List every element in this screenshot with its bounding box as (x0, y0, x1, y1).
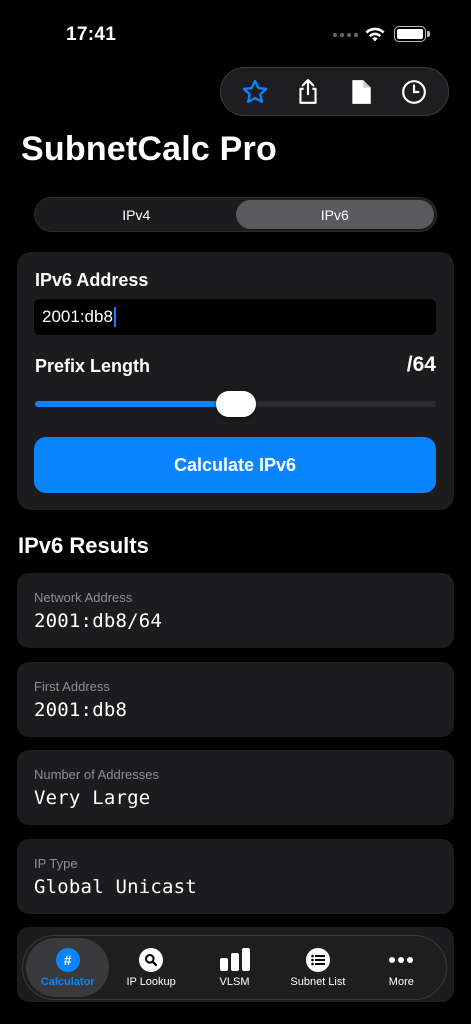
tab-more[interactable]: More (360, 938, 443, 997)
result-card-number-of-addresses: Number of Addresses Very Large (17, 750, 454, 825)
result-label: Number of Addresses (34, 767, 160, 782)
ip-version-segmented-control: IPv4 IPv6 (34, 197, 437, 232)
result-value: 2001:db8 (34, 699, 128, 721)
clock-icon (401, 79, 426, 104)
status-bar: 17:41 (0, 0, 471, 60)
bar-chart-icon (219, 948, 250, 971)
share-icon (299, 78, 317, 104)
ipv6-address-input[interactable]: 2001:db8 (34, 299, 436, 335)
calculate-ipv6-button[interactable]: Calculate IPv6 (34, 437, 436, 493)
tab-subnet-list[interactable]: Subnet List (276, 938, 359, 997)
share-button[interactable] (288, 72, 328, 112)
page-title: SubnetCalc Pro (21, 130, 277, 168)
tab-ip-lookup[interactable]: IP Lookup (109, 938, 192, 997)
tab-label: VLSM (219, 976, 250, 988)
result-label: IP Type (34, 856, 78, 871)
slider-fill (35, 401, 236, 407)
tab-calculator[interactable]: # Calculator (26, 938, 110, 997)
slider-thumb[interactable] (215, 391, 256, 417)
result-label: Network Address (34, 590, 133, 605)
text-caret (113, 307, 116, 327)
document-button[interactable] (341, 72, 381, 112)
prefix-length-label: Prefix Length (35, 356, 151, 376)
magnifier-icon (139, 948, 164, 972)
prefix-length-slider[interactable] (35, 391, 436, 417)
status-time: 17:41 (66, 24, 117, 45)
result-card-first-address: First Address 2001:db8 (17, 662, 454, 737)
result-value: Global Unicast (34, 876, 197, 898)
result-card-network-address: Network Address 2001:db8/64 (17, 573, 454, 648)
history-button[interactable] (394, 72, 434, 112)
tab-bar: # Calculator IP Lookup VLSM Subnet List … (22, 935, 447, 1000)
result-value: Very Large (34, 787, 151, 809)
segment-ipv6[interactable]: IPv6 (235, 200, 434, 229)
favorite-button[interactable] (235, 72, 275, 112)
ellipsis-icon (389, 957, 414, 963)
tab-label: Subnet List (290, 976, 346, 988)
results-title: IPv6 Results (18, 533, 149, 558)
prefix-length-value: /64 (406, 353, 436, 376)
wifi-icon (365, 27, 385, 42)
list-icon (305, 948, 330, 972)
number-icon: # (55, 948, 80, 972)
address-input-value: 2001:db8 (42, 307, 113, 326)
tab-label: More (388, 976, 414, 988)
signal-dots-icon (333, 33, 358, 37)
top-toolbar (220, 67, 449, 116)
battery-icon (394, 26, 430, 42)
tab-label: IP Lookup (126, 976, 176, 988)
segment-ipv4[interactable]: IPv4 (37, 200, 236, 229)
tab-label: Calculator (40, 976, 95, 988)
result-value: 2001:db8/64 (34, 610, 163, 632)
document-icon (352, 79, 371, 104)
result-label: First Address (34, 679, 110, 694)
address-label: IPv6 Address (35, 270, 149, 290)
star-icon (243, 79, 268, 103)
input-card: IPv6 Address 2001:db8 Prefix Length /64 … (17, 252, 454, 510)
result-card-ip-type: IP Type Global Unicast (17, 839, 454, 914)
tab-vlsm[interactable]: VLSM (193, 938, 276, 997)
